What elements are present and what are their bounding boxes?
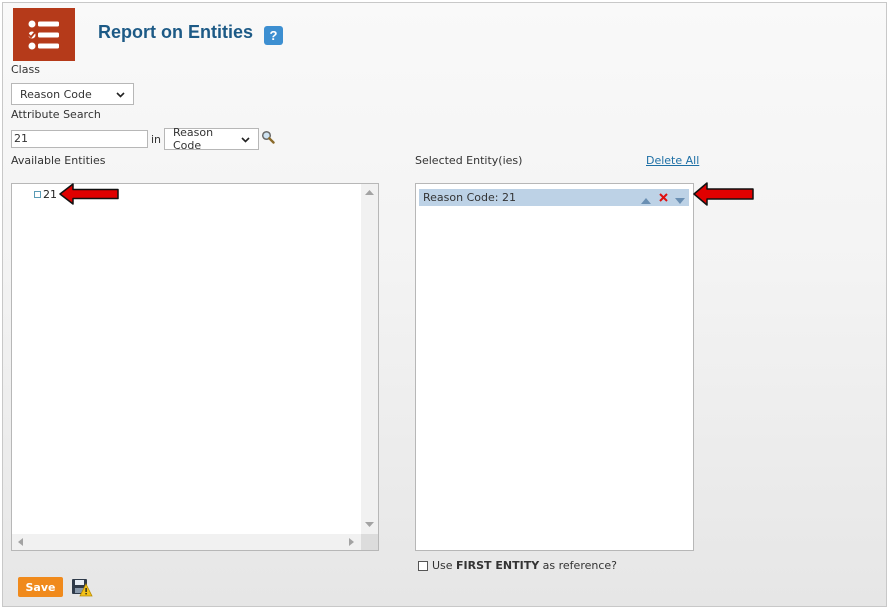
annotation-arrow — [693, 182, 755, 209]
remove-icon[interactable] — [659, 192, 668, 205]
reference-checkbox[interactable] — [418, 560, 428, 571]
vertical-scrollbar[interactable] — [361, 184, 378, 534]
reference-prefix: Use — [432, 559, 457, 572]
move-down-icon[interactable] — [675, 194, 685, 207]
available-entities-label: Available Entities — [11, 154, 106, 167]
magnifier-icon[interactable] — [261, 130, 275, 147]
list-item[interactable]: 21 — [34, 188, 57, 201]
class-select[interactable]: Reason Code — [11, 83, 134, 105]
chevron-down-icon — [241, 133, 250, 146]
attribute-select[interactable]: Reason Code — [164, 126, 259, 152]
selected-entity-label: Reason Code: 21 — [423, 191, 516, 204]
attribute-search-label: Attribute Search — [11, 108, 101, 121]
chevron-down-icon — [116, 88, 125, 101]
selected-entity-row[interactable]: Reason Code: 21 — [419, 189, 689, 206]
scroll-down-icon[interactable] — [365, 522, 374, 527]
disk-warning-icon[interactable] — [71, 578, 93, 600]
annotation-arrow — [59, 183, 121, 208]
checklist-icon — [13, 8, 75, 61]
available-item-label: 21 — [43, 188, 57, 201]
reference-bold: FIRST ENTITY — [456, 559, 540, 572]
class-select-value: Reason Code — [20, 87, 92, 101]
help-glyph: ? — [269, 28, 278, 43]
first-entity-reference[interactable]: Use FIRST ENTITY as reference? — [418, 559, 617, 572]
scroll-left-icon[interactable] — [18, 538, 23, 546]
attribute-search-input[interactable]: 21 — [11, 130, 148, 148]
in-label: in — [151, 133, 162, 146]
selected-entities-panel — [415, 183, 694, 551]
horizontal-scrollbar[interactable] — [12, 534, 361, 550]
delete-all-link[interactable]: Delete All — [646, 154, 699, 167]
selected-entities-label: Selected Entity(ies) — [415, 154, 523, 167]
attribute-select-value: Reason Code — [173, 126, 214, 152]
scrollbar-corner — [361, 534, 378, 550]
class-label: Class — [11, 63, 40, 76]
scroll-up-icon[interactable] — [365, 190, 374, 195]
tree-checkbox[interactable] — [34, 191, 41, 198]
move-up-icon[interactable] — [641, 194, 651, 207]
reference-suffix: as reference? — [539, 559, 617, 572]
scroll-right-icon[interactable] — [349, 538, 354, 546]
page-title: Report on Entities — [98, 22, 254, 42]
save-button[interactable]: Save — [18, 577, 63, 597]
help-icon[interactable]: ? — [264, 26, 283, 45]
reference-label: Use FIRST ENTITY as reference? — [432, 559, 617, 572]
available-entities-panel: 21 — [11, 183, 379, 551]
